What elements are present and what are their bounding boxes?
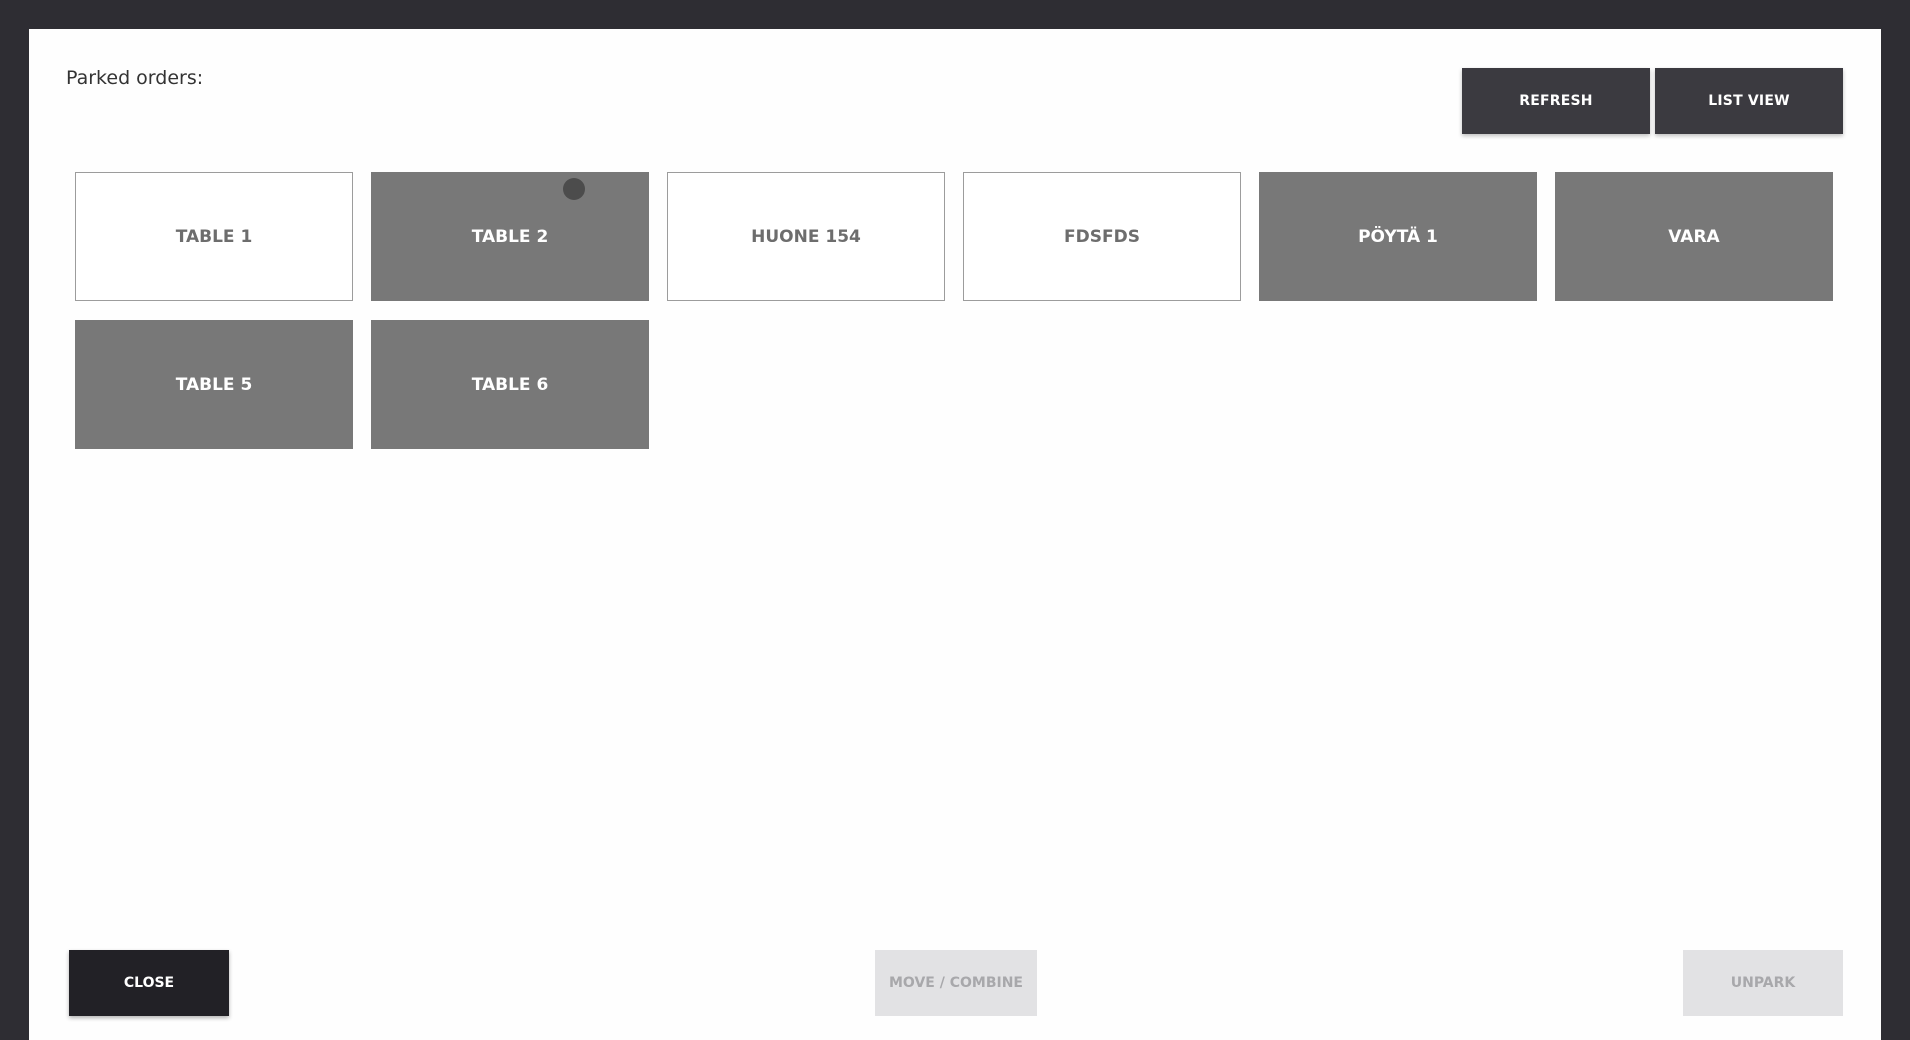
status-indicator-dot xyxy=(563,178,585,200)
table-tile-label: FDSFDS xyxy=(1064,226,1140,247)
table-grid: TABLE 1 TABLE 2 HUONE 154 FDSFDS PÖYTÄ 1 VARA… xyxy=(75,172,1845,449)
table-tile-label: PÖYTÄ 1 xyxy=(1358,226,1438,247)
dialog-title: Parked orders: xyxy=(66,67,204,89)
move-combine-button[interactable]: MOVE / COMBINE xyxy=(875,950,1037,1016)
table-tile[interactable]: VARA xyxy=(1555,172,1833,301)
table-tile-label: VARA xyxy=(1668,226,1720,247)
table-tile[interactable]: HUONE 154 xyxy=(667,172,945,301)
table-tile-label: TABLE 5 xyxy=(175,374,253,395)
table-tile-label: TABLE 6 xyxy=(471,374,549,395)
table-tile-label: TABLE 1 xyxy=(175,226,253,247)
table-tile[interactable]: FDSFDS xyxy=(963,172,1241,301)
refresh-button[interactable]: REFRESH xyxy=(1462,68,1650,134)
list-view-button[interactable]: LIST VIEW xyxy=(1655,68,1843,134)
table-tile-label: TABLE 2 xyxy=(471,226,549,247)
unpark-button[interactable]: UNPARK xyxy=(1683,950,1843,1016)
table-tile[interactable]: TABLE 2 xyxy=(371,172,649,301)
table-tile[interactable]: TABLE 6 xyxy=(371,320,649,449)
close-button[interactable]: CLOSE xyxy=(69,950,229,1016)
table-tile-label: HUONE 154 xyxy=(751,226,861,247)
table-tile[interactable]: TABLE 5 xyxy=(75,320,353,449)
table-tile[interactable]: TABLE 1 xyxy=(75,172,353,301)
parked-orders-dialog: Parked orders: REFRESH LIST VIEW TABLE 1… xyxy=(29,29,1881,1040)
table-tile[interactable]: PÖYTÄ 1 xyxy=(1259,172,1537,301)
